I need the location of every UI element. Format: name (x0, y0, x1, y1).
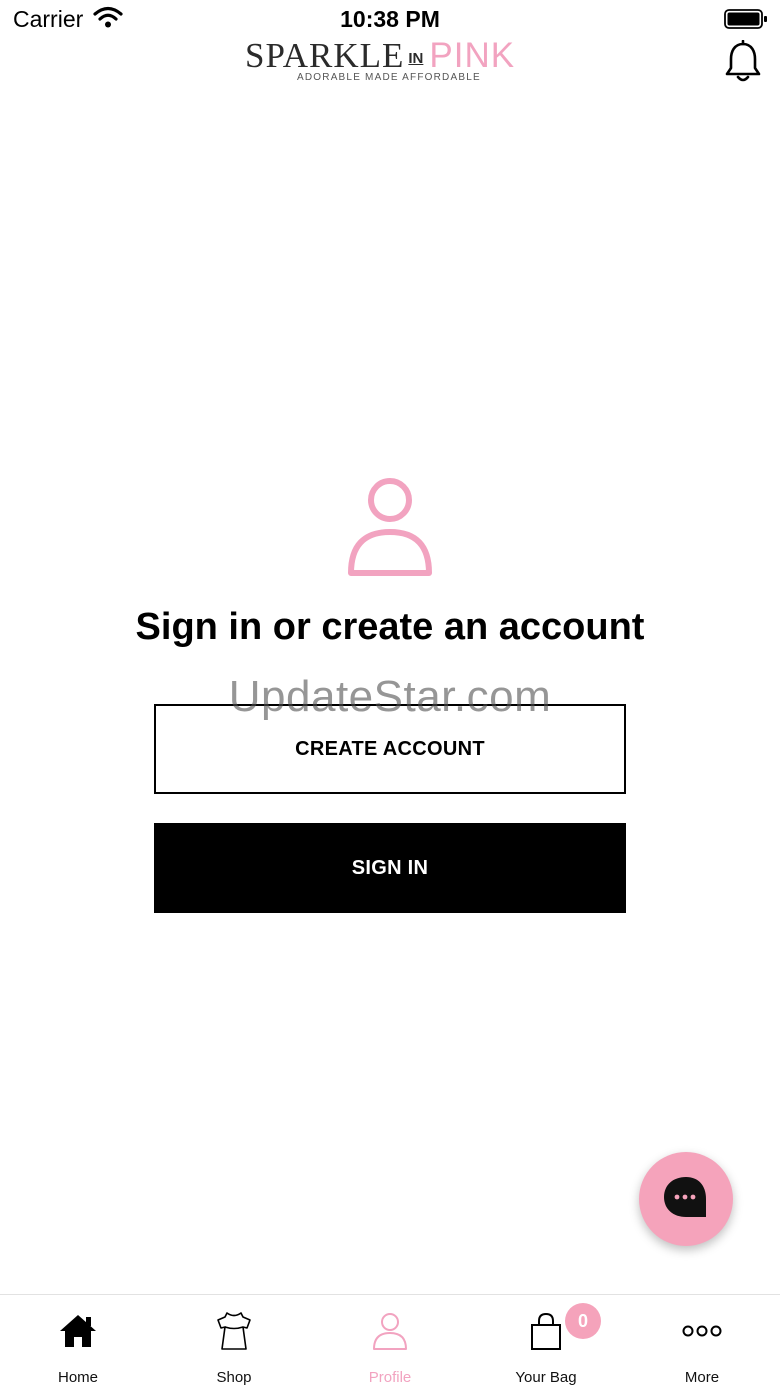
tab-label-your-bag: Your Bag (515, 1369, 577, 1386)
sign-in-button[interactable]: SIGN IN (154, 823, 626, 913)
profile-icon (373, 1313, 407, 1350)
chat-bubble-icon (664, 1177, 706, 1217)
tab-profile[interactable]: Profile (312, 1295, 468, 1387)
status-time: 10:38 PM (340, 6, 440, 32)
notifications-button[interactable] (722, 39, 764, 86)
logo-in-text: IN (408, 50, 424, 67)
bag-icon (531, 1312, 561, 1350)
tab-label-more: More (684, 1369, 720, 1386)
tab-label-shop: Shop (216, 1369, 252, 1386)
brand-logo[interactable]: SPARKLE IN PINK ADORABLE MADE AFFORDABLE (245, 38, 537, 88)
tab-shop[interactable]: Shop (156, 1295, 312, 1387)
tab-label-home: Home (57, 1369, 98, 1386)
logo-pink-text: PINK (429, 36, 516, 75)
home-icon (60, 1315, 96, 1347)
battery-icon (724, 9, 767, 29)
bag-count-badge: 0 (565, 1303, 601, 1339)
tab-more[interactable]: More (624, 1295, 780, 1387)
tab-home[interactable]: Home (0, 1295, 156, 1387)
create-account-button[interactable]: CREATE ACCOUNT (154, 704, 626, 794)
tab-your-bag[interactable]: 0 Your Bag (468, 1295, 624, 1387)
dress-icon (217, 1312, 251, 1350)
status-bar: Carrier 10:38 PM (0, 0, 780, 40)
chat-button[interactable] (639, 1152, 733, 1246)
logo-sparkle-text: SPARKLE (245, 36, 405, 75)
logo-tagline: ADORABLE MADE AFFORDABLE (297, 72, 481, 83)
page-title: Sign in or create an account (135, 606, 645, 648)
tab-bar: Home Shop Profile 0 Your Bag More (0, 1294, 780, 1387)
profile-placeholder-icon (348, 478, 432, 576)
tab-label-profile: Profile (368, 1369, 412, 1386)
more-dots-icon (682, 1325, 722, 1337)
bell-icon (725, 39, 761, 82)
